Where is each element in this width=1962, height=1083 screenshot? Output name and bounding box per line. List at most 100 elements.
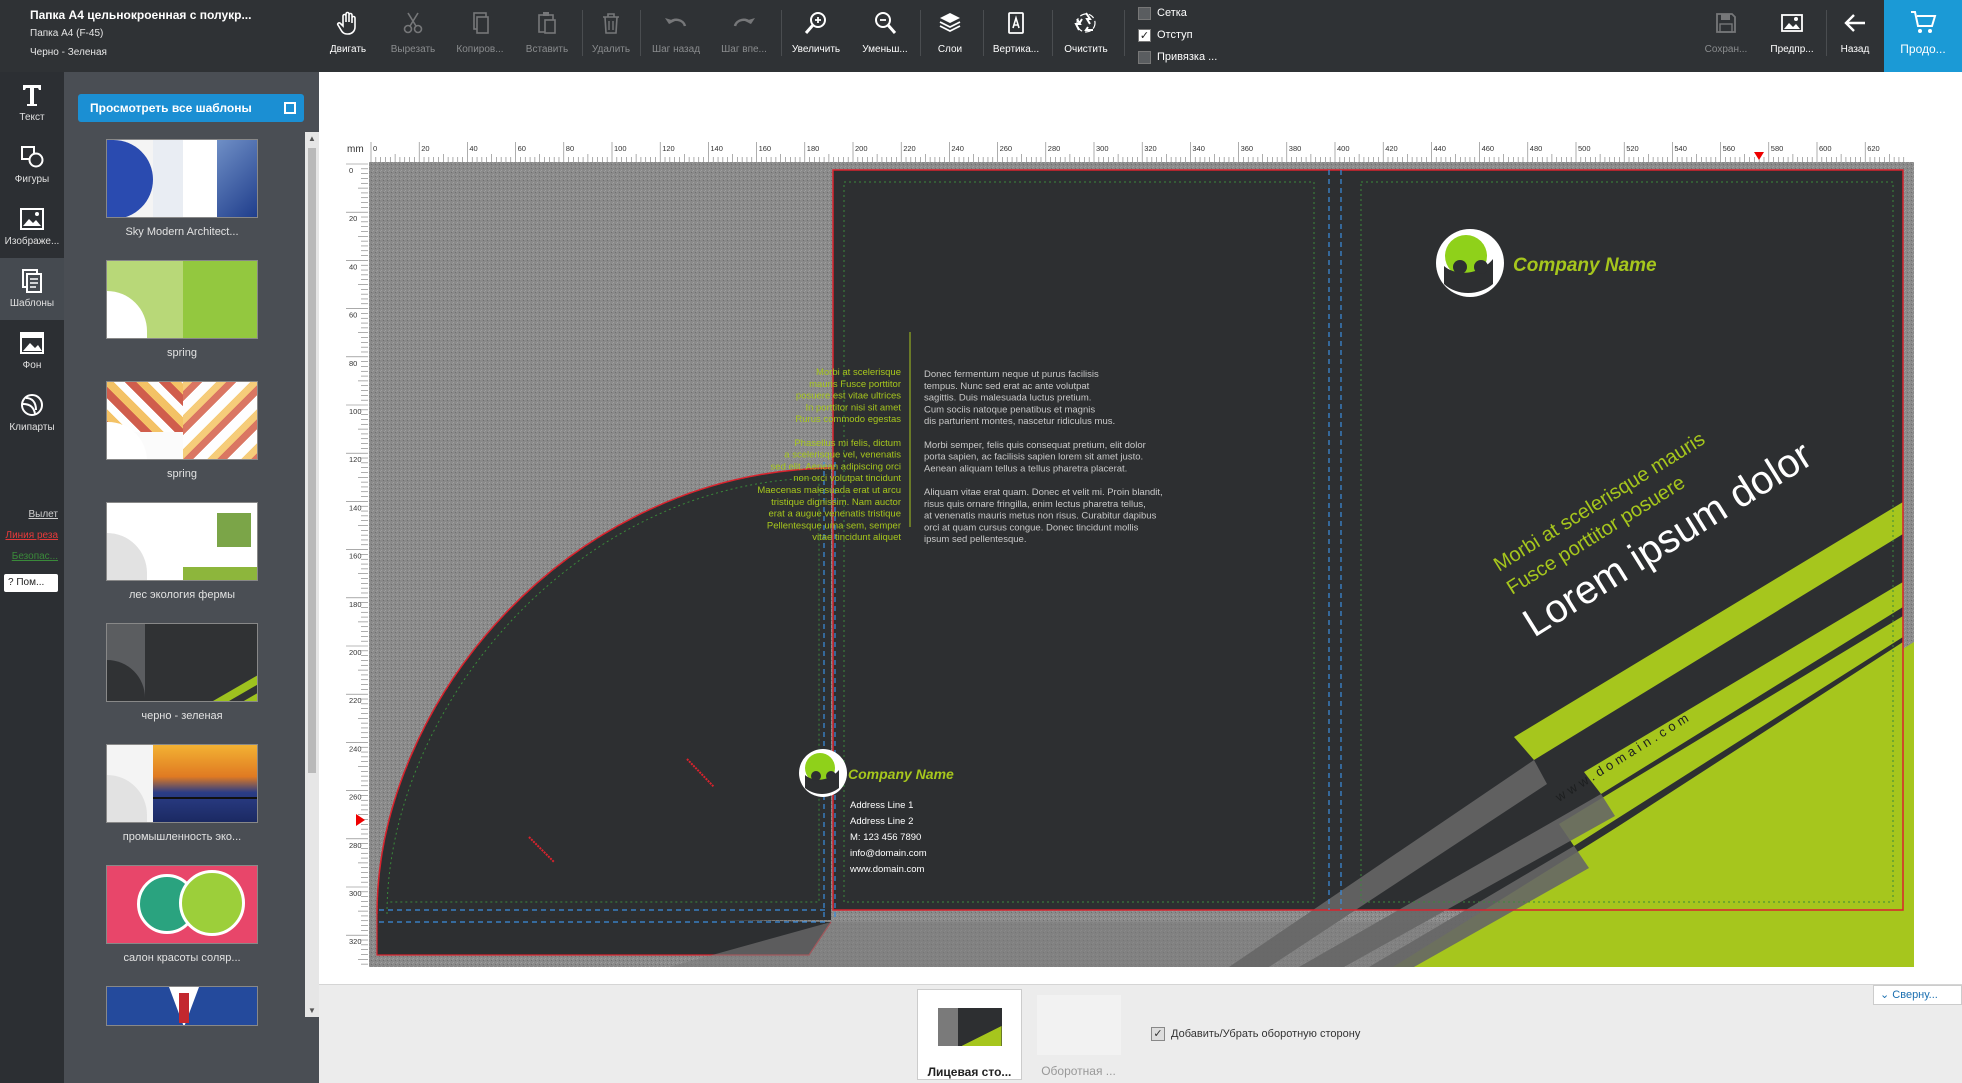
template-card[interactable]: spring bbox=[106, 260, 258, 359]
help-button[interactable]: ? Пом... bbox=[4, 574, 58, 592]
snap-toggle[interactable]: Привязка ... bbox=[1138, 48, 1217, 66]
ruler-label: 400 bbox=[1337, 144, 1350, 153]
view-all-templates-button[interactable]: Просмотреть все шаблоны bbox=[78, 94, 304, 122]
margin-toggle[interactable]: ✓ Отступ bbox=[1138, 26, 1193, 44]
phone-text: M: 123 456 7890 bbox=[850, 832, 921, 843]
ruler-label: 40 bbox=[469, 144, 477, 153]
sidebar-item-label: Изображе... bbox=[4, 236, 60, 247]
margin-checkbox[interactable]: ✓ bbox=[1138, 28, 1151, 42]
delete-button[interactable]: Удалить bbox=[581, 8, 641, 64]
ruler-label: 320 bbox=[1144, 144, 1157, 153]
snap-checkbox[interactable] bbox=[1138, 50, 1151, 64]
redo-button[interactable]: Шаг впе... bbox=[714, 8, 774, 64]
ruler-label: 160 bbox=[759, 144, 772, 153]
ruler-label: 60 bbox=[349, 311, 357, 320]
back-button[interactable]: Назад bbox=[1825, 8, 1885, 64]
template-card[interactable]: spring bbox=[106, 381, 258, 480]
sidebar-item-shapes[interactable]: Фигуры bbox=[0, 134, 64, 196]
layers-button[interactable]: Слои bbox=[920, 8, 980, 64]
ruler-label: 360 bbox=[1241, 144, 1254, 153]
add-back-side-toggle[interactable]: ✓ Добавить/Убрать оборотную сторону bbox=[1151, 1027, 1360, 1041]
template-card[interactable]: промышленность эко... bbox=[106, 744, 258, 843]
vertical-text-icon bbox=[1008, 12, 1024, 34]
page-tab-back[interactable]: Оборотная ... bbox=[1026, 989, 1131, 1080]
templates-icon bbox=[22, 269, 42, 293]
template-card[interactable]: лес экология фермы bbox=[106, 502, 258, 601]
toolbar-divider bbox=[640, 10, 641, 56]
ruler-label: 60 bbox=[518, 144, 526, 153]
chevron-down-icon: ⌄ bbox=[1880, 989, 1893, 1001]
page-tab-front[interactable]: Лицевая сто... bbox=[917, 989, 1022, 1080]
ruler-label: 100 bbox=[349, 407, 362, 416]
save-button[interactable]: Сохран... bbox=[1696, 8, 1756, 64]
paste-button[interactable]: Вставить bbox=[517, 8, 577, 64]
template-card[interactable] bbox=[106, 986, 258, 1026]
email-text: info@domain.com bbox=[850, 848, 927, 859]
collapse-button[interactable]: ⌄ Сверну... bbox=[1873, 985, 1962, 1005]
text-line: at venenatis mauris metus non risus. Cur… bbox=[924, 511, 1157, 522]
clipboard-icon bbox=[538, 12, 556, 34]
text-line: ipsum sed pellentesque. bbox=[924, 534, 1026, 545]
clipart-icon bbox=[21, 394, 43, 416]
company-logo-large[interactable] bbox=[1436, 229, 1504, 297]
sidebar-item-images[interactable]: Изображе... bbox=[0, 196, 64, 258]
text-line: sed elit. Aenean adipiscing orci bbox=[771, 461, 901, 472]
document-title: Папка A4 цельнокроенная с полукр... bbox=[30, 8, 252, 22]
ruler-label: 620 bbox=[1867, 144, 1880, 153]
template-thumbnail bbox=[106, 986, 258, 1026]
design-canvas[interactable]: Morbi at scelerisque mauris Fusce porttit… bbox=[369, 162, 1914, 967]
ruler-label: 420 bbox=[1385, 144, 1398, 153]
zoom-in-button[interactable]: Увеличить bbox=[786, 8, 846, 64]
ruler-label: 40 bbox=[349, 262, 357, 271]
company-name-small[interactable]: Company Name bbox=[848, 766, 954, 782]
scroll-up-icon[interactable]: ▲ bbox=[308, 134, 316, 143]
undo-label: Шаг назад bbox=[651, 44, 701, 55]
document-format: Папка A4 (F-45) bbox=[30, 28, 104, 39]
text-line: porta sapien, ac facilisis sapien lorem … bbox=[924, 452, 1143, 463]
template-thumbnail bbox=[106, 502, 258, 581]
undo-icon bbox=[665, 18, 687, 27]
sidebar-item-templates[interactable]: Шаблоны bbox=[0, 258, 64, 320]
grid-checkbox[interactable] bbox=[1138, 6, 1151, 20]
scrollbar-thumb[interactable] bbox=[308, 148, 316, 773]
ruler-unit: mm bbox=[347, 144, 364, 155]
proceed-button[interactable]: Продо... bbox=[1884, 0, 1962, 72]
undo-button[interactable]: Шаг назад bbox=[646, 8, 706, 64]
cut-label: Вырезать bbox=[390, 44, 436, 55]
clear-button[interactable]: Очистить bbox=[1056, 8, 1116, 64]
company-name-large[interactable]: Company Name bbox=[1513, 255, 1657, 276]
copy-button[interactable]: Копиров... bbox=[450, 8, 510, 64]
sidebar-item-clipart[interactable]: Клипарты bbox=[0, 382, 64, 444]
vertical-text-button[interactable]: Вертика... bbox=[986, 8, 1046, 64]
toolbar-divider bbox=[983, 10, 984, 56]
sidebar-item-label: Шаблоны bbox=[9, 298, 55, 309]
template-card[interactable]: Sky Modern Architect... bbox=[106, 139, 258, 238]
view-all-label: Просмотреть все шаблоны bbox=[90, 101, 252, 115]
trash-icon bbox=[603, 13, 619, 34]
ruler-label: 120 bbox=[349, 455, 362, 464]
ruler-label: 120 bbox=[662, 144, 675, 153]
text-line: erat a augue venenatis tristique bbox=[768, 509, 901, 520]
preview-button[interactable]: Предпр... bbox=[1762, 8, 1822, 64]
ruler-label: 240 bbox=[951, 144, 964, 153]
text-line: Donec fermentum neque ut purus facilisis bbox=[924, 369, 1099, 380]
move-button[interactable]: Двигать bbox=[318, 8, 378, 64]
sidebar-item-text[interactable]: Текст bbox=[0, 72, 64, 134]
template-card[interactable]: черно - зеленая bbox=[106, 623, 258, 722]
zoom-in-icon bbox=[804, 12, 826, 34]
delete-label: Удалить bbox=[591, 44, 631, 55]
template-card[interactable]: салон красоты соляр... bbox=[106, 865, 258, 964]
templates-scrollbar[interactable]: ▲ ▼ bbox=[305, 132, 319, 1017]
scroll-down-icon[interactable]: ▼ bbox=[308, 1006, 316, 1015]
grid-toggle[interactable]: Сетка bbox=[1138, 4, 1187, 22]
zoom-out-button[interactable]: Уменьш... bbox=[855, 8, 915, 64]
cart-icon bbox=[1911, 11, 1937, 33]
cut-button[interactable]: Вырезать bbox=[383, 8, 443, 64]
company-logo-small[interactable] bbox=[799, 749, 847, 797]
template-name: черно - зеленая bbox=[141, 710, 223, 722]
ruler-label: 180 bbox=[807, 144, 820, 153]
sidebar-item-background[interactable]: Фон bbox=[0, 320, 64, 382]
text-line: Aliquam vitae erat quam. Donec et velit … bbox=[924, 487, 1163, 498]
recycle-icon bbox=[1074, 12, 1096, 33]
add-back-checkbox[interactable]: ✓ bbox=[1151, 1027, 1165, 1041]
